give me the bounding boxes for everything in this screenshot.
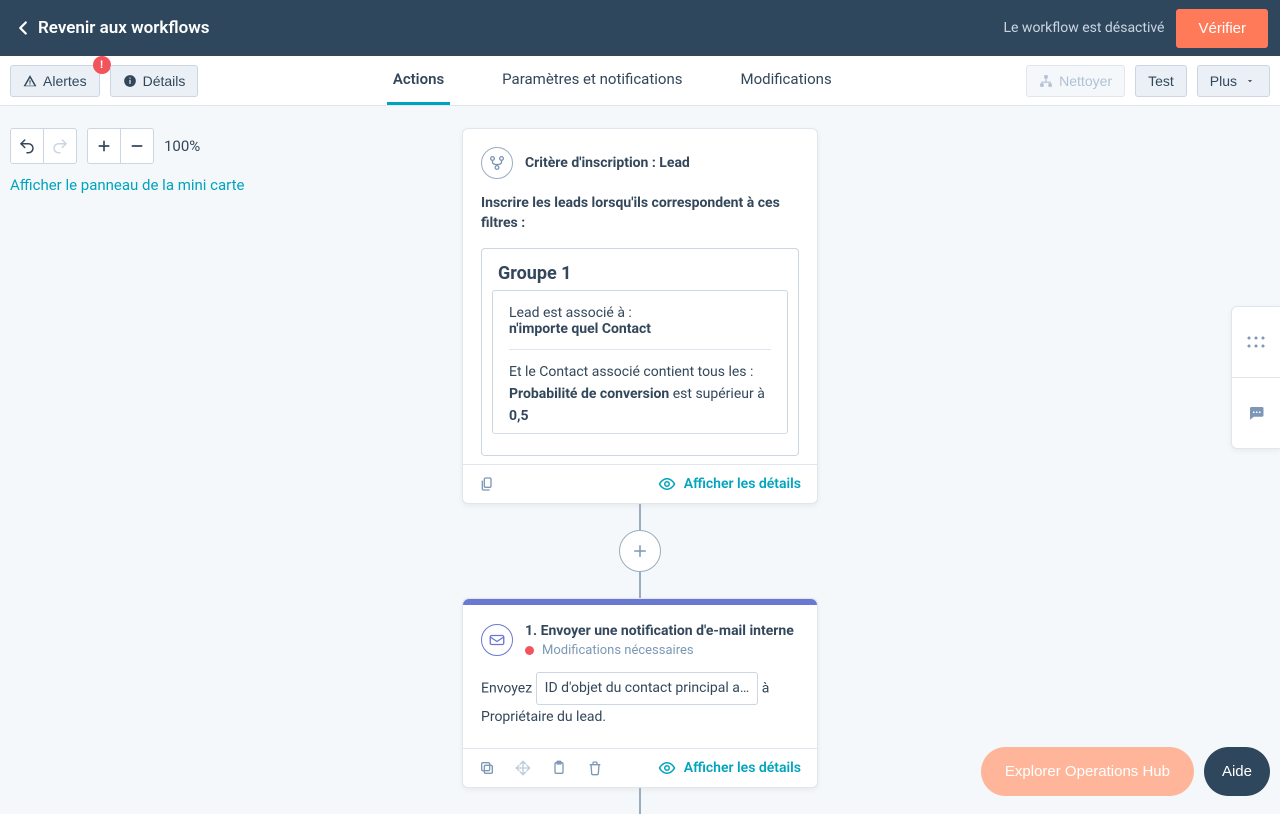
more-label: Plus (1210, 73, 1237, 89)
chevron-left-icon (12, 17, 34, 39)
grid-drag-icon (1247, 336, 1265, 348)
back-label: Revenir aux workflows (38, 18, 210, 38)
filter-box: Lead est associé à : n'importe quel Cont… (492, 290, 788, 435)
show-details-1[interactable]: Afficher les détails (658, 475, 801, 493)
test-button[interactable]: Test (1135, 65, 1187, 97)
details-button[interactable]: Détails (110, 65, 199, 97)
filter2-bold: Probabilité de conversion (509, 386, 669, 402)
duplicate-icon[interactable] (479, 760, 495, 776)
card2-title: 1. Envoyer une notification d'e-mail int… (525, 623, 799, 639)
chat-icon (1247, 404, 1265, 422)
side-rail (1231, 306, 1280, 449)
zoom-out-button[interactable] (121, 128, 154, 164)
sitemap-icon (1039, 74, 1053, 88)
tab-modifications[interactable]: Modifications (734, 56, 837, 105)
alerts-label: Alertes (43, 73, 87, 89)
connector (639, 788, 641, 814)
card2-status: Modifications nécessaires (542, 643, 694, 658)
info-icon (123, 74, 137, 88)
group-title: Groupe 1 (498, 263, 788, 284)
show-details-1-label: Afficher les détails (684, 476, 801, 492)
send-token[interactable]: ID d'objet du contact principal a… (536, 672, 759, 705)
filter2-line1: Et le Contact associé contient tous les … (509, 362, 771, 383)
clean-button: Nettoyer (1026, 65, 1125, 97)
details-label: Détails (143, 73, 186, 89)
help-button[interactable]: Aide (1204, 747, 1270, 796)
redo-button (44, 128, 77, 164)
eye-icon (658, 759, 676, 777)
notification-action-card[interactable]: 1. Envoyer une notification d'e-mail int… (462, 598, 818, 788)
filter-group-box: Groupe 1 Lead est associé à : n'importe … (481, 248, 799, 456)
move-icon (515, 760, 531, 776)
side-rail-grid[interactable] (1232, 307, 1280, 377)
branch-icon (481, 147, 513, 179)
send-rest: Propriétaire du lead. (481, 709, 606, 725)
clipboard-icon[interactable] (551, 760, 567, 776)
workflow-disabled-text: Le workflow est désactivé (1003, 20, 1164, 36)
show-details-2[interactable]: Afficher les détails (658, 759, 801, 777)
divider (509, 349, 771, 350)
alerts-badge: ! (93, 56, 111, 74)
minimap-toggle-link[interactable]: Afficher le panneau de la mini carte (10, 176, 244, 194)
enrollment-trigger-card[interactable]: Critère d'inscription : Lead Inscrire le… (462, 128, 818, 504)
trash-icon[interactable] (587, 760, 603, 776)
filter2-value: 0,5 (509, 408, 529, 424)
tab-settings[interactable]: Paramètres et notifications (496, 56, 688, 105)
add-action-node-1[interactable] (619, 530, 661, 572)
copy-icon[interactable] (479, 476, 495, 492)
connector (639, 504, 641, 530)
tab-actions[interactable]: Actions (387, 56, 450, 105)
status-dot (525, 646, 534, 655)
back-to-workflows[interactable]: Revenir aux workflows (12, 17, 210, 39)
filter2-rest: est supérieur à (669, 386, 765, 402)
eye-icon (658, 475, 676, 493)
send-mid: à (758, 680, 769, 696)
filter1-line2: n'importe quel Contact (509, 321, 771, 337)
more-button[interactable]: Plus (1197, 65, 1270, 97)
enrollment-text: Inscrire les leads lorsqu'ils correspond… (481, 193, 799, 234)
explore-ops-hub-button[interactable]: Explorer Operations Hub (981, 747, 1194, 796)
zoom-in-button[interactable] (87, 128, 121, 164)
alert-icon (23, 74, 37, 88)
zoom-percent: 100% (164, 137, 200, 155)
show-details-2-label: Afficher les détails (684, 760, 801, 776)
clean-label: Nettoyer (1059, 73, 1112, 89)
card1-title: Critère d'inscription : Lead (525, 155, 690, 171)
fade-overlay (483, 429, 797, 455)
send-prefix: Envoyez (481, 680, 536, 696)
filter1-line1: Lead est associé à : (509, 305, 771, 321)
chevron-down-icon (1243, 74, 1257, 88)
connector (639, 572, 641, 598)
mail-icon (481, 624, 513, 656)
alerts-button[interactable]: Alertes ! (10, 65, 100, 97)
verify-button[interactable]: Vérifier (1176, 9, 1268, 48)
side-rail-chat[interactable] (1232, 377, 1280, 448)
undo-button[interactable] (10, 128, 44, 164)
